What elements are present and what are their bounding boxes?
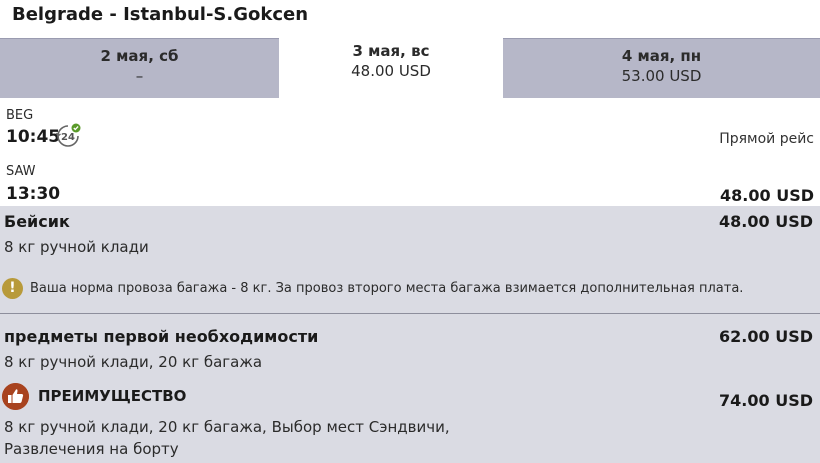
fare-description: 8 кг ручной клади, 20 кг багажа, Выбор м… <box>4 418 450 458</box>
tab-price: – <box>135 67 144 85</box>
clock-24h-icon: 24 <box>55 123 81 147</box>
fare-option-basic[interactable]: Бейсик 48.00 USD 8 кг ручной клади ! Ваш… <box>0 206 820 314</box>
fare-options: Бейсик 48.00 USD 8 кг ручной клади ! Ваш… <box>0 206 820 463</box>
arrival-code: SAW <box>6 164 36 179</box>
fare-price: 48.00 USD <box>719 212 813 231</box>
date-tab-selected[interactable]: 3 мая, вс 48.00 USD <box>279 34 503 98</box>
tab-price: 48.00 USD <box>351 62 431 80</box>
flight-price: 48.00 USD <box>720 186 814 205</box>
date-tab-next[interactable]: 4 мая, пн 53.00 USD <box>503 38 820 98</box>
fare-name: Бейсик <box>4 212 70 231</box>
fare-name: ПРЕИМУЩЕСТВО <box>38 387 187 405</box>
thumbs-up-icon <box>2 383 29 410</box>
route-header: Belgrade - Istanbul-S.Gokcen <box>0 0 820 34</box>
fare-option-essentials[interactable]: предметы первой необходимости 62.00 USD … <box>0 315 820 381</box>
fare-name: предметы первой необходимости <box>4 327 319 346</box>
flight-summary[interactable]: BEG 10:45 24 Прямой рейс SAW 13:30 48.00… <box>0 98 820 206</box>
fare-option-advantage[interactable]: ПРЕИМУЩЕСТВО 74.00 USD 8 кг ручной клади… <box>0 381 820 463</box>
tab-date: 2 мая, сб <box>100 47 179 65</box>
route-title: Belgrade - Istanbul-S.Gokcen <box>12 4 309 25</box>
fare-description: 8 кг ручной клади, 20 кг багажа <box>4 353 263 371</box>
clock-icon-text: 24 <box>61 132 75 143</box>
departure-time: 10:45 <box>6 127 61 147</box>
notice-text: Ваша норма провоза багажа - 8 кг. За про… <box>30 281 744 296</box>
direct-flight-label: Прямой рейс <box>719 131 814 147</box>
date-tab-prev[interactable]: 2 мая, сб – <box>0 38 279 98</box>
departure-code: BEG <box>6 108 34 123</box>
fare-price: 62.00 USD <box>719 327 813 346</box>
tab-price: 53.00 USD <box>621 67 702 85</box>
fare-price: 74.00 USD <box>719 391 813 410</box>
date-tabs: 2 мая, сб – 3 мая, вс 48.00 USD 4 мая, п… <box>0 34 820 98</box>
fare-description: 8 кг ручной клади <box>4 238 149 256</box>
tab-date: 4 мая, пн <box>621 47 702 65</box>
warning-icon: ! <box>2 278 23 299</box>
tab-date: 3 мая, вс <box>352 42 430 60</box>
arrival-time: 13:30 <box>6 184 61 204</box>
